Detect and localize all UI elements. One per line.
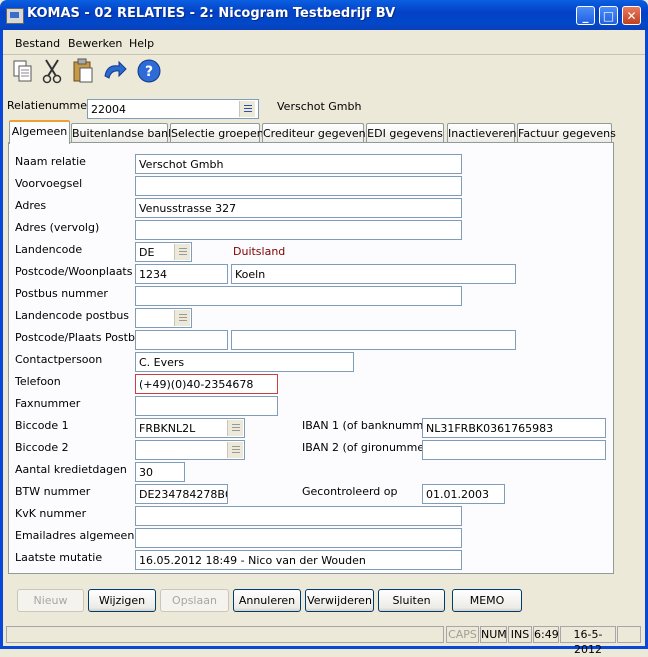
plaats-postbus-field[interactable] xyxy=(231,330,516,350)
gecontroleerd-label: Gecontroleerd op xyxy=(302,485,398,498)
tab-buitenlandse-bank[interactable]: Buitenlandse bank xyxy=(71,123,174,142)
tab-algemeen[interactable]: Algemeen xyxy=(9,120,70,144)
kvk-nummer-label: KvK nummer xyxy=(15,507,87,520)
iban1-label: IBAN 1 (of banknummer) xyxy=(302,419,439,432)
emailadres-label: Emailadres algemeen xyxy=(15,529,135,542)
svg-text:?: ? xyxy=(145,64,153,80)
postcode-postbus-field[interactable] xyxy=(135,330,228,350)
landencode-postbus-label: Landencode postbus xyxy=(15,309,130,322)
relatienummer-field[interactable]: 22004 xyxy=(87,99,259,119)
resize-grip[interactable] xyxy=(617,626,641,643)
minimize-button[interactable]: _ xyxy=(576,6,595,25)
app-icon xyxy=(6,8,24,24)
voorvoegsel-field[interactable] xyxy=(135,176,462,196)
status-message-pane xyxy=(6,626,444,643)
kredietdagen-label: Aantal kredietdagen xyxy=(15,463,127,476)
kvk-nummer-field[interactable] xyxy=(135,506,462,526)
opslaan-button[interactable]: Opslaan xyxy=(160,589,229,612)
naam-relatie-label: Naam relatie xyxy=(15,155,86,168)
status-date: 16-5-2012 xyxy=(560,626,616,656)
landencode-lookup-button[interactable] xyxy=(174,244,190,260)
copy-icon[interactable] xyxy=(9,56,37,86)
laatste-mutatie-label: Laatste mutatie xyxy=(15,551,103,564)
help-icon[interactable]: ? xyxy=(135,56,163,86)
laatste-mutatie-field: 16.05.2012 18:49 - Nico van der Wouden xyxy=(135,550,462,570)
annuleren-button[interactable]: Annuleren xyxy=(233,589,301,612)
toolbar-separator xyxy=(3,54,645,55)
postcode-field[interactable]: 1234 xyxy=(135,264,228,284)
undo-icon[interactable] xyxy=(101,56,129,86)
status-caps: CAPS xyxy=(446,626,479,643)
wijzigen-button[interactable]: Wijzigen xyxy=(88,589,156,612)
landencode-label: Landencode xyxy=(15,243,83,256)
adres-vervolg-label: Adres (vervolg) xyxy=(15,221,100,234)
tab-crediteur-gegevens[interactable]: Crediteur gegevens xyxy=(262,123,371,142)
relatienummer-lookup-button[interactable] xyxy=(239,101,255,117)
maximize-button[interactable]: □ xyxy=(599,6,618,25)
postcode-woonplaats-label: Postcode/Woonplaats xyxy=(15,265,133,278)
kredietdagen-field[interactable]: 30 xyxy=(135,462,185,482)
postcode-plaats-postbus-label: Postcode/Plaats Postbus xyxy=(15,331,148,344)
close-button[interactable]: ✕ xyxy=(622,6,641,25)
menu-help[interactable]: Help xyxy=(129,37,154,50)
biccode1-lookup-button[interactable] xyxy=(227,420,243,436)
menu-bestand[interactable]: Bestand xyxy=(15,37,60,50)
landencode-postbus-lookup-button[interactable] xyxy=(174,310,190,326)
memo-button[interactable]: MEMO xyxy=(452,589,522,612)
naam-relatie-field[interactable]: Verschot Gmbh xyxy=(135,154,462,174)
status-ins: INS xyxy=(508,626,532,643)
postbus-nummer-label: Postbus nummer xyxy=(15,287,108,300)
tab-inactieveren[interactable]: Inactieveren xyxy=(447,123,516,142)
tab-selectie-groepen[interactable]: Selectie groepen xyxy=(170,123,264,142)
faxnummer-field[interactable] xyxy=(135,396,278,416)
btw-nummer-field[interactable]: DE234784278B01 xyxy=(135,484,228,504)
land-name: Duitsland xyxy=(233,245,286,258)
window-title: KOMAS - 02 RELATIES - 2: Nicogram Testbe… xyxy=(27,6,396,21)
biccode2-label: Biccode 2 xyxy=(15,441,69,454)
window-frame-left xyxy=(0,30,3,649)
status-num: NUM xyxy=(480,626,507,643)
nieuw-button[interactable]: Nieuw xyxy=(17,589,84,612)
emailadres-field[interactable] xyxy=(135,528,462,548)
iban2-field[interactable] xyxy=(422,440,606,460)
biccode1-label: Biccode 1 xyxy=(15,419,69,432)
verwijderen-button[interactable]: Verwijderen xyxy=(305,589,374,612)
cut-icon[interactable] xyxy=(38,56,66,86)
contactpersoon-field[interactable]: C. Evers xyxy=(135,352,354,372)
iban2-label: IBAN 2 (of gironummer) xyxy=(302,441,433,454)
postbus-nummer-field[interactable] xyxy=(135,286,462,306)
iban1-field[interactable]: NL31FRBK0361765983 xyxy=(422,418,606,438)
relation-name: Verschot Gmbh xyxy=(277,100,362,113)
status-time: 6:49 xyxy=(533,626,559,643)
telefoon-field[interactable]: (+49)(0)40-2354678 xyxy=(135,374,278,394)
contactpersoon-label: Contactpersoon xyxy=(15,353,103,366)
adres-field[interactable]: Venusstrasse 327 xyxy=(135,198,462,218)
gecontroleerd-field[interactable]: 01.01.2003 xyxy=(422,484,505,504)
tab-factuur-gegevens[interactable]: Factuur gegevens xyxy=(517,123,616,142)
menu-bewerken[interactable]: Bewerken xyxy=(68,37,122,50)
faxnummer-label: Faxnummer xyxy=(15,397,81,410)
woonplaats-field[interactable]: Koeln xyxy=(231,264,516,284)
adres-vervolg-field[interactable] xyxy=(135,220,462,240)
tab-edi-gegevens[interactable]: EDI gegevens xyxy=(366,123,444,142)
relatienummer-label: Relatienummer xyxy=(7,99,92,112)
voorvoegsel-label: Voorvoegsel xyxy=(15,177,83,190)
sluiten-button[interactable]: Sluiten xyxy=(378,589,445,612)
telefoon-label: Telefoon xyxy=(15,375,61,388)
paste-icon[interactable] xyxy=(69,56,97,86)
btw-nummer-label: BTW nummer xyxy=(15,485,91,498)
biccode2-lookup-button[interactable] xyxy=(227,442,243,458)
adres-label: Adres xyxy=(15,199,47,212)
